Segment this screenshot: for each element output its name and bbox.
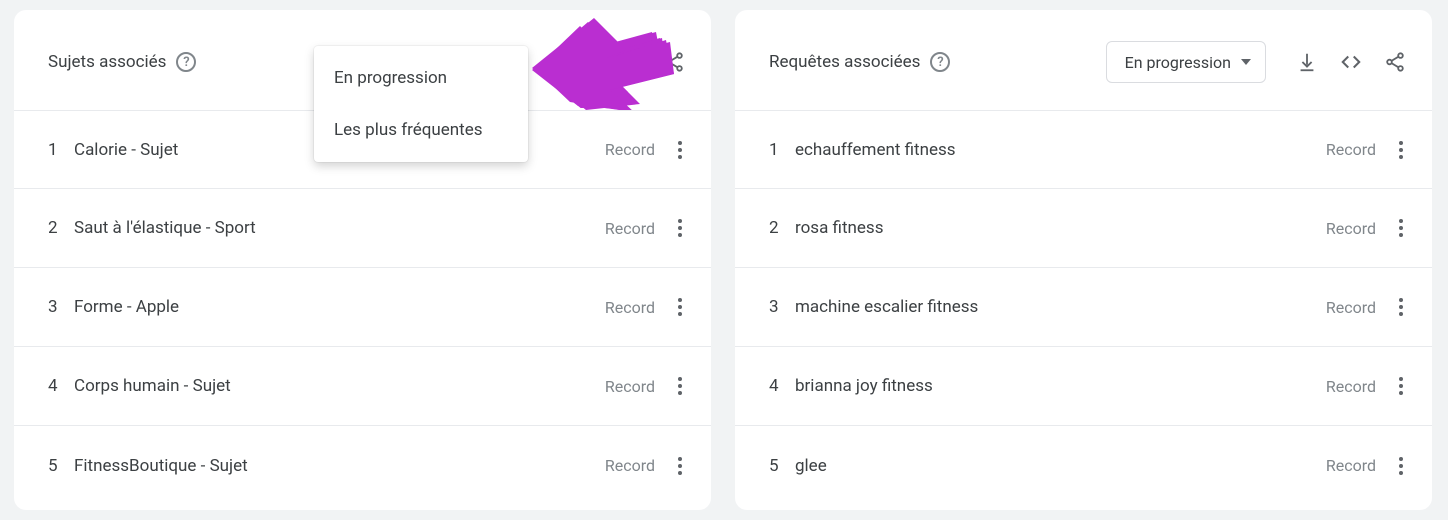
item-value: Record <box>605 377 655 396</box>
more-icon[interactable] <box>1390 298 1412 316</box>
panel-related-queries: Requêtes associées ? En progression <box>735 10 1432 510</box>
more-icon[interactable] <box>1390 377 1412 395</box>
item-value: Record <box>1326 298 1376 317</box>
sort-dropdown[interactable]: En progression <box>1106 41 1266 83</box>
list-item[interactable]: 2 rosa fitness Record <box>735 189 1432 268</box>
more-icon[interactable] <box>669 219 691 237</box>
item-label: echauffement fitness <box>795 140 1326 160</box>
more-icon[interactable] <box>1390 141 1412 159</box>
download-icon[interactable] <box>1296 51 1318 73</box>
list-item[interactable]: 4 brianna joy fitness Record <box>735 347 1432 426</box>
list-item[interactable]: 1 echauffement fitness Record <box>735 110 1432 189</box>
more-icon[interactable] <box>1390 219 1412 237</box>
item-label: Saut à l'élastique - Sport <box>74 218 605 238</box>
menu-item-rising[interactable]: En progression <box>314 52 528 104</box>
panel-related-topics: Sujets associés ? En progression Les plu… <box>14 10 711 510</box>
rank: 2 <box>769 218 795 238</box>
list-item[interactable]: 2 Saut à l'élastique - Sport Record <box>14 189 711 268</box>
more-icon[interactable] <box>669 377 691 395</box>
list-item[interactable]: 5 glee Record <box>735 426 1432 505</box>
rank: 4 <box>48 376 74 396</box>
queries-list: 1 echauffement fitness Record 2 rosa fit… <box>735 110 1432 505</box>
share-icon[interactable] <box>663 51 685 73</box>
item-label: FitnessBoutique - Sujet <box>74 456 605 476</box>
list-item[interactable]: 5 FitnessBoutique - Sujet Record <box>14 426 711 505</box>
item-value: Record <box>605 456 655 475</box>
more-icon[interactable] <box>669 457 691 475</box>
rank: 1 <box>769 140 795 160</box>
item-label: Forme - Apple <box>74 297 605 317</box>
rank: 2 <box>48 218 74 238</box>
list-item[interactable]: 4 Corps humain - Sujet Record <box>14 347 711 426</box>
item-label: glee <box>795 456 1326 476</box>
item-value: Record <box>605 298 655 317</box>
dropdown-label: En progression <box>1125 53 1231 72</box>
more-icon[interactable] <box>669 141 691 159</box>
rank: 5 <box>48 456 74 476</box>
embed-icon[interactable] <box>1340 51 1362 73</box>
item-value: Record <box>605 140 655 159</box>
item-value: Record <box>1326 456 1376 475</box>
more-icon[interactable] <box>669 298 691 316</box>
item-label: machine escalier fitness <box>795 297 1326 317</box>
menu-item-top[interactable]: Les plus fréquentes <box>314 104 528 156</box>
rank: 5 <box>769 456 795 476</box>
more-icon[interactable] <box>1390 457 1412 475</box>
help-icon[interactable]: ? <box>930 52 950 72</box>
panel-title: Sujets associés <box>48 52 166 72</box>
item-label: Corps humain - Sujet <box>74 376 605 396</box>
rank: 3 <box>769 297 795 317</box>
item-label: brianna joy fitness <box>795 376 1326 396</box>
rank: 1 <box>48 140 74 160</box>
topics-list: 1 Calorie - Sujet Record 2 Saut à l'élas… <box>14 110 711 505</box>
help-icon[interactable]: ? <box>176 52 196 72</box>
item-value: Record <box>1326 140 1376 159</box>
share-icon[interactable] <box>1384 51 1406 73</box>
item-value: Record <box>1326 219 1376 238</box>
item-label: rosa fitness <box>795 218 1326 238</box>
item-value: Record <box>605 219 655 238</box>
item-value: Record <box>1326 377 1376 396</box>
sort-dropdown-menu: En progression Les plus fréquentes <box>314 46 528 162</box>
panel-title: Requêtes associées <box>769 52 920 72</box>
list-item[interactable]: 3 machine escalier fitness Record <box>735 268 1432 347</box>
list-item[interactable]: 3 Forme - Apple Record <box>14 268 711 347</box>
chevron-down-icon <box>1241 59 1251 65</box>
rank: 4 <box>769 376 795 396</box>
rank: 3 <box>48 297 74 317</box>
